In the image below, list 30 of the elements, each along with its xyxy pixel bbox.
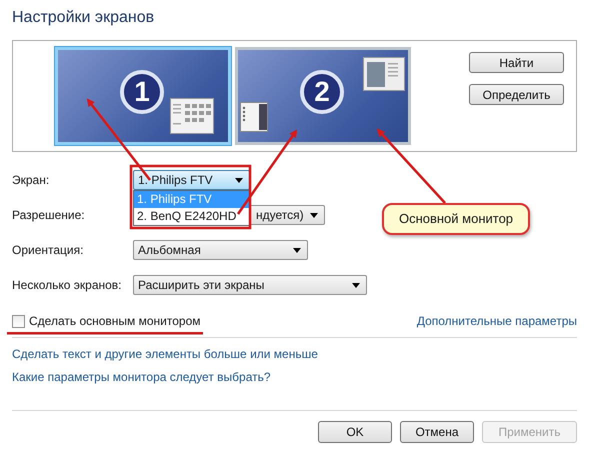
caret-icon bbox=[235, 178, 243, 182]
window-title: Настройки экранов bbox=[12, 9, 156, 28]
setting-label: Несколько экранов: bbox=[12, 278, 123, 292]
setting-label: Экран: bbox=[12, 173, 50, 187]
primary-checkbox[interactable]: Сделать основным монитором bbox=[12, 314, 201, 328]
dropdown[interactable]: Альбомная bbox=[133, 240, 308, 260]
dialog-button[interactable]: OK bbox=[318, 421, 392, 443]
setting-label: Ориентация: bbox=[12, 243, 84, 257]
caret-icon bbox=[310, 212, 318, 218]
side-button[interactable]: Найти bbox=[469, 52, 564, 73]
monitor-number: 2 bbox=[300, 70, 344, 114]
annotation-callout: Основной монитор bbox=[382, 203, 530, 235]
window-icon bbox=[240, 102, 268, 132]
help-link[interactable]: Сделать текст и другие элементы больше или меньше bbox=[12, 347, 318, 361]
monitor-tile[interactable]: 2 bbox=[235, 47, 411, 145]
help-link[interactable]: Какие параметры монитора следует выбрать? bbox=[12, 370, 271, 384]
side-button[interactable]: Определить bbox=[469, 84, 564, 105]
window-icon bbox=[170, 98, 214, 134]
caret-icon bbox=[293, 248, 301, 252]
dropdown[interactable]: Расширить эти экраны bbox=[133, 275, 367, 295]
advanced-settings-link[interactable]: Дополнительные параметры bbox=[416, 314, 577, 328]
caret-icon bbox=[352, 282, 360, 288]
checkbox-icon[interactable] bbox=[12, 314, 25, 328]
window-icon bbox=[363, 57, 405, 91]
dropdown[interactable]: 1. Philips FTV bbox=[133, 170, 250, 190]
dialog-button[interactable]: Отмена bbox=[400, 421, 474, 443]
monitor-number: 1 bbox=[120, 70, 164, 114]
setting-label: Разрешение: bbox=[12, 208, 86, 222]
dropdown-option[interactable]: 2. BenQ E2420HD bbox=[134, 208, 249, 225]
monitor-tile[interactable]: 1 bbox=[55, 47, 231, 145]
